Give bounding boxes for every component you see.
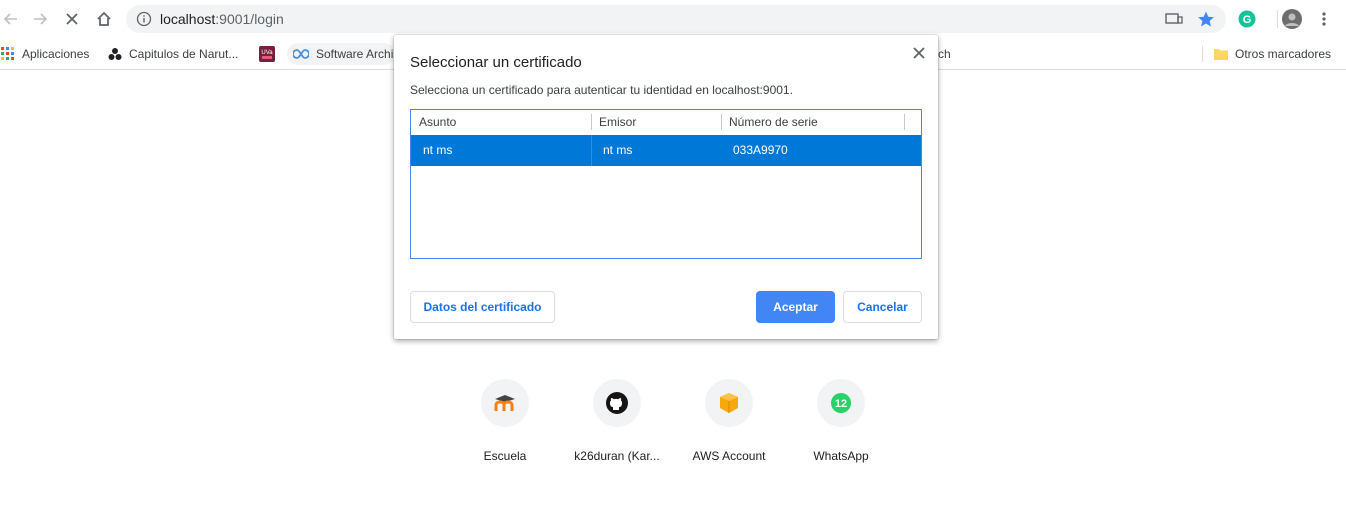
cast-icon[interactable] (1164, 9, 1184, 29)
certificate-dialog: Seleccionar un certificado Selecciona un… (394, 35, 938, 339)
shortcut-label: AWS Account (692, 449, 766, 463)
info-icon[interactable] (136, 11, 152, 32)
bookmark-other[interactable]: Otros marcadores (1214, 43, 1331, 65)
svg-text:12: 12 (835, 398, 847, 410)
naruto-icon (108, 47, 122, 61)
bookmark-apps[interactable]: Aplicaciones (1, 43, 89, 65)
forward-arrow-icon[interactable] (29, 8, 51, 30)
accept-button[interactable]: Aceptar (756, 291, 835, 323)
svg-text:G: G (1243, 14, 1252, 26)
more-menu-icon[interactable] (1314, 9, 1334, 29)
infinity-icon (293, 49, 309, 59)
dialog-title: Seleccionar un certificado (410, 54, 582, 71)
url-text: localhost:9001/login (160, 11, 284, 27)
avatar[interactable] (1282, 9, 1302, 29)
column-header-issuer[interactable]: Emisor (591, 110, 721, 134)
cell-serial: 033A9970 (733, 143, 788, 157)
whatsapp-icon: 12 (817, 379, 865, 427)
bookmark-label: Capitulos de Narut... (129, 47, 239, 61)
column-divider[interactable] (904, 114, 905, 130)
grammarly-icon[interactable]: G (1237, 9, 1257, 29)
shortcut-whatsapp[interactable]: 12 WhatsApp (791, 379, 891, 463)
shortcut-aws[interactable]: AWS Account (679, 379, 779, 463)
stop-icon[interactable] (61, 8, 83, 30)
folder-icon (1214, 47, 1228, 61)
shortcut-github[interactable]: k26duran (Kar... (567, 379, 667, 463)
shortcut-label: k26duran (Kar... (574, 449, 660, 463)
certificate-data-button[interactable]: Datos del certificado (410, 291, 555, 323)
column-header-serial[interactable]: Número de serie (721, 110, 904, 134)
shortcut-label: WhatsApp (813, 449, 869, 463)
bookmark-label: Otros marcadores (1235, 47, 1332, 61)
back-arrow-icon[interactable] (0, 8, 22, 30)
table-row[interactable]: nt ms nt ms 033A9970 (411, 135, 921, 166)
apps-grid-icon (1, 47, 15, 61)
bookmark-partial[interactable]: ch (938, 43, 951, 65)
aws-box-icon (705, 379, 753, 427)
svg-text:UVa: UVa (261, 50, 273, 56)
bookmark-software-archi[interactable]: Software Archi (287, 43, 395, 65)
browser-toolbar: localhost:9001/login G (0, 0, 1346, 38)
shortcut-label: Escuela (483, 449, 527, 463)
moodle-icon (481, 379, 529, 427)
cell-subject: nt ms (423, 143, 453, 157)
github-icon (593, 379, 641, 427)
bookmark-uva[interactable]: UVa (259, 43, 282, 65)
certificate-table[interactable]: Asunto Emisor Número de serie nt ms nt m… (410, 109, 922, 259)
cancel-button[interactable]: Cancelar (843, 291, 922, 323)
close-icon[interactable] (910, 44, 928, 62)
bookmark-label: Aplicaciones (22, 47, 90, 61)
column-header-subject[interactable]: Asunto (411, 110, 591, 134)
home-icon[interactable] (93, 8, 115, 30)
cell-issuer: nt ms (603, 143, 633, 157)
uva-icon: UVa (259, 46, 275, 62)
dialog-description: Selecciona un certificado para autentica… (410, 83, 793, 97)
address-bar[interactable]: localhost:9001/login (126, 5, 1226, 33)
shortcut-escuela[interactable]: Escuela (455, 379, 555, 463)
bookmark-label: Software Archi (316, 47, 394, 61)
bookmarks-separator (1202, 46, 1203, 62)
bookmark-label: ch (938, 47, 951, 61)
bookmark-naruto[interactable]: Capitulos de Narut... (108, 43, 238, 65)
star-icon[interactable] (1196, 9, 1216, 29)
